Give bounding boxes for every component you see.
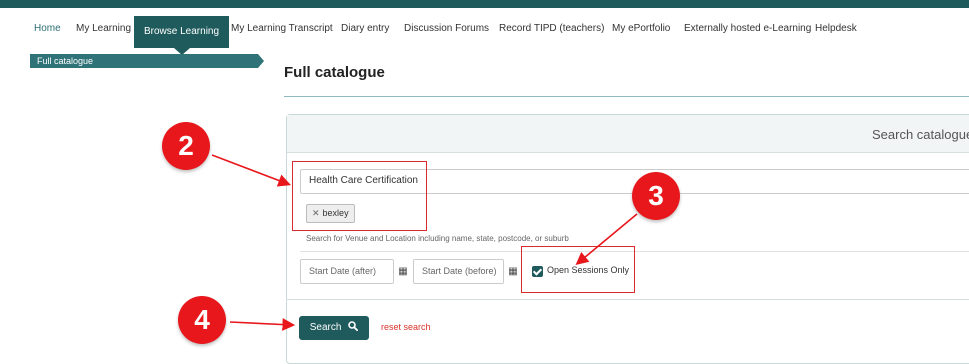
annotation-badge-4: 4 xyxy=(178,296,226,344)
annotation-badge-3: 3 xyxy=(632,172,680,220)
annotation-arrows xyxy=(211,154,638,331)
annotation-badge-2: 2 xyxy=(162,122,210,170)
